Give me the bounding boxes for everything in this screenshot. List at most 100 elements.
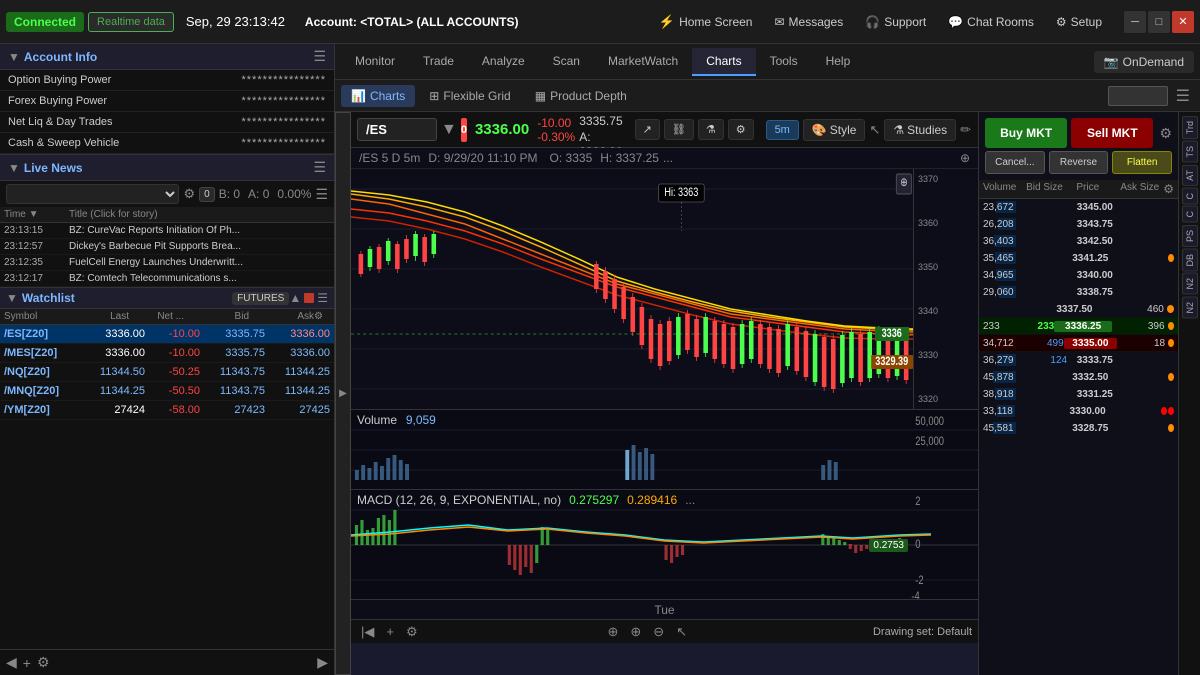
chart-zoom-out-icon[interactable]: ⊖ [649, 622, 668, 642]
chart-cursor-icon[interactable]: ↖ [672, 622, 691, 642]
dom-row-3337[interactable]: 3337.50 460 [979, 301, 1178, 318]
reverse-button[interactable]: Reverse [1049, 151, 1109, 174]
symbol-dropdown-icon[interactable]: ▼ [441, 121, 457, 139]
chart-nav-start-icon[interactable]: |◀ [357, 622, 378, 642]
tab-monitor[interactable]: Monitor [341, 48, 409, 76]
news-item-1[interactable]: 23:13:15 BZ: CureVac Reports Initiation … [0, 223, 334, 239]
dom-row-3342[interactable]: 36,403 3342.50 [979, 233, 1178, 250]
rsb-at[interactable]: AT [1182, 165, 1198, 186]
news-item-2[interactable]: 23:12:57 Dickey's Barbecue Pit Supports … [0, 239, 334, 255]
volume-value: 9,059 [406, 413, 436, 427]
chart-add-panel-icon[interactable]: + [382, 622, 398, 641]
chart-settings2-icon[interactable]: ⚙ [402, 622, 422, 642]
rsb-n2-2[interactable]: N2 [1182, 297, 1198, 319]
expand-panel-button[interactable]: ▶ [335, 112, 351, 675]
tab-trade[interactable]: Trade [409, 48, 468, 76]
crosshair-icon[interactable]: ⊕ [960, 151, 970, 165]
rsb-ts[interactable]: TS [1182, 141, 1198, 163]
account-info-header[interactable]: ▼ Account Info ☰ [0, 44, 334, 70]
sidebar-prev-icon[interactable]: ◀ [6, 654, 17, 671]
live-news-header[interactable]: ▼ Live News ☰ [0, 155, 334, 181]
dom-row-3328[interactable]: 45,581 3328.75 [979, 420, 1178, 437]
account-info-menu-icon[interactable]: ☰ [313, 48, 326, 65]
dom-row-3330[interactable]: 33,118 3330.00 [979, 403, 1178, 420]
dom-row-3338[interactable]: 29,060 3338.75 [979, 284, 1178, 301]
chart-zoom-in-icon[interactable]: ⊕ [626, 622, 645, 642]
watchlist-row-es[interactable]: /ES[Z20] 3336.00 -10.00 3335.75 3336.00 [0, 325, 334, 344]
buy-mkt-button[interactable]: Buy MKT [985, 118, 1067, 148]
subtab-flexible-grid[interactable]: ⊞ Flexible Grid [419, 85, 520, 107]
studies-button[interactable]: ⚗ Studies [884, 119, 956, 141]
dom-row-3345[interactable]: 23,672 3345.00 [979, 199, 1178, 216]
chart-settings-button[interactable]: ⚙ [728, 119, 754, 140]
dom-gear-icon[interactable]: ⚙ [1163, 182, 1174, 196]
sidebar-next-icon[interactable]: ▶ [317, 654, 328, 671]
col-ask: Ask [249, 311, 314, 322]
tab-marketwatch[interactable]: MarketWatch [594, 48, 692, 76]
share-button[interactable]: ↗ [635, 119, 660, 140]
watchlist-header[interactable]: ▼ Watchlist FUTURES ▲ ☰ [0, 287, 334, 309]
col-gear-icon[interactable]: ⚙ [314, 311, 330, 322]
subtab-menu-icon[interactable]: ☰ [1172, 86, 1194, 106]
chart-move-icon[interactable]: ⊕ [603, 622, 622, 642]
sidebar-add-icon[interactable]: + [23, 655, 31, 671]
sell-mkt-button[interactable]: Sell MKT [1071, 118, 1153, 148]
watchlist-up-icon[interactable]: ▲ [289, 291, 301, 305]
watchlist-row-mnq[interactable]: /MNQ[Z20] 11344.25 -50.50 11343.75 11344… [0, 382, 334, 401]
tab-help[interactable]: Help [812, 48, 865, 76]
chart-flask-button[interactable]: ⚗ [698, 119, 724, 140]
style-button[interactable]: 🎨 Style [803, 119, 866, 141]
flatten-button[interactable]: Flatten [1112, 151, 1172, 174]
tab-scan[interactable]: Scan [539, 48, 594, 76]
nav-support[interactable]: 🎧 Support [855, 11, 936, 33]
symbol-input[interactable] [357, 118, 437, 141]
dom-row-3343[interactable]: 26,208 3343.75 [979, 216, 1178, 233]
cursor-tool-icon[interactable]: ↖ [869, 122, 880, 138]
sidebar-gear-icon[interactable]: ⚙ [37, 654, 50, 671]
dom-vol-3330: 33,118 [983, 404, 1015, 418]
rsb-n2-1[interactable]: N2 [1182, 273, 1198, 295]
subtab-charts[interactable]: 📊 Charts [341, 85, 415, 107]
timeframe-button[interactable]: 5m [766, 120, 799, 140]
chart-plot-area[interactable]: Hi: 3363 3336 3329.39 [351, 169, 913, 409]
nav-chat-rooms[interactable]: 💬 Chat Rooms [938, 11, 1044, 33]
dom-row-3341[interactable]: 35,465 3341.25 [979, 250, 1178, 267]
maximize-button[interactable]: □ [1148, 11, 1170, 33]
watchlist-row-mes[interactable]: /MES[Z20] 3336.00 -10.00 3335.75 3336.00 [0, 344, 334, 363]
macd-label-row: MACD (12, 26, 9, EXPONENTIAL, no) 0.2752… [357, 493, 695, 507]
rsb-c1[interactable]: C [1182, 188, 1198, 205]
minimize-button[interactable]: ─ [1124, 11, 1146, 33]
dom-row-3336-current[interactable]: 233 233 3336.25 396 [979, 318, 1178, 335]
dom-row-3333[interactable]: 36,279 124 3333.75 [979, 352, 1178, 369]
chart-link-button[interactable]: ⛓ [664, 119, 694, 140]
subtab-product-depth[interactable]: ▦ Product Depth [525, 85, 637, 107]
rsb-db[interactable]: DB [1182, 249, 1198, 272]
rsb-ps[interactable]: PS [1182, 225, 1198, 247]
dom-row-3331[interactable]: 38,918 3331.25 [979, 386, 1178, 403]
news-item-4[interactable]: 23:12:17 BZ: Comtech Telecommunications … [0, 271, 334, 287]
tab-charts[interactable]: Charts [692, 48, 755, 76]
watchlist-row-nq[interactable]: /NQ[Z20] 11344.50 -50.25 11343.75 11344.… [0, 363, 334, 382]
ondemand-button[interactable]: 📷 OnDemand [1094, 51, 1194, 73]
dom-row-3340[interactable]: 34,965 3340.00 [979, 267, 1178, 284]
nav-setup[interactable]: ⚙ Setup [1046, 11, 1112, 33]
rsb-c2[interactable]: C [1182, 206, 1198, 223]
drawing-tool-icon[interactable]: ✏ [960, 122, 971, 138]
tab-tools[interactable]: Tools [756, 48, 812, 76]
order-settings-icon[interactable]: ⚙ [1159, 125, 1172, 142]
news-filter-select[interactable] [6, 184, 179, 204]
cancel-button[interactable]: Cancel... [985, 151, 1045, 174]
news-gear-icon[interactable]: ⚙ [183, 186, 195, 202]
tab-analyze[interactable]: Analyze [468, 48, 539, 76]
dom-row-3335[interactable]: 34,712 499 3335.00 18 [979, 335, 1178, 352]
news-item-3[interactable]: 23:12:35 FuelCell Energy Launches Underw… [0, 255, 334, 271]
dom-row-3332[interactable]: 45,878 3332.50 [979, 369, 1178, 386]
nav-messages[interactable]: ✉ Messages [764, 11, 853, 33]
watchlist-row-ym[interactable]: /YM[Z20] 27424 -58.00 27423 27425 [0, 401, 334, 420]
watchlist-menu-icon[interactable]: ☰ [317, 291, 328, 305]
nav-home-screen[interactable]: ⚡ Home Screen [649, 10, 763, 34]
news-list-icon[interactable]: ☰ [315, 186, 328, 203]
rsb-trd[interactable]: Trd [1182, 116, 1198, 139]
live-news-menu-icon[interactable]: ☰ [313, 159, 326, 176]
close-button[interactable]: ✕ [1172, 11, 1194, 33]
